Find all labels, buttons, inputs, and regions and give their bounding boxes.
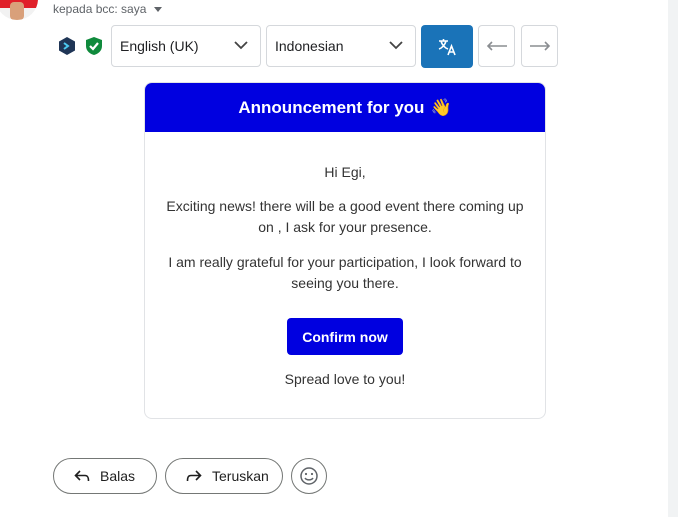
reply-button[interactable]: Balas (53, 458, 157, 494)
greeting: Hi Egi, (324, 164, 366, 180)
arrow-right-icon (529, 41, 550, 51)
avatar[interactable] (0, 0, 38, 20)
translate-icon (438, 38, 456, 55)
caret-down-icon[interactable] (154, 7, 163, 12)
banner-title: Announcement for you (238, 97, 425, 117)
arrow-left-icon (486, 41, 507, 51)
forward-label: Teruskan (212, 468, 269, 484)
recipient-text: kepada bcc: saya (53, 2, 147, 16)
chevron-down-icon (234, 41, 248, 50)
reply-label: Balas (100, 468, 136, 484)
source-language-value: English (UK) (120, 38, 199, 54)
recipient-line[interactable]: kepada bcc: saya (53, 2, 163, 16)
target-language-value: Indonesian (275, 38, 344, 54)
next-button[interactable] (521, 25, 558, 67)
reply-icon (74, 470, 90, 482)
translate-button[interactable] (421, 25, 473, 68)
closing-text: Spread love to you! (284, 371, 406, 387)
announcement-banner: Announcement for you 👋 (145, 83, 545, 132)
forward-icon (186, 470, 202, 482)
extension-hex-icon[interactable] (57, 36, 77, 56)
source-language-select[interactable]: English (UK) (111, 25, 261, 67)
emoji-reaction-button[interactable] (291, 458, 327, 494)
target-language-select[interactable]: Indonesian (266, 25, 416, 67)
confirm-now-button[interactable]: Confirm now (287, 318, 403, 355)
scrollbar-track[interactable] (668, 0, 678, 517)
paragraph-2: I am really grateful for your participat… (168, 254, 522, 291)
forward-button[interactable]: Teruskan (165, 458, 283, 494)
wave-emoji: 👋 (430, 97, 452, 117)
previous-button[interactable] (478, 25, 515, 67)
smiley-icon (300, 467, 318, 485)
shield-check-icon[interactable] (84, 36, 104, 56)
chevron-down-icon (389, 41, 403, 50)
email-card: Announcement for you 👋 Hi Egi, Exciting … (144, 82, 546, 419)
paragraph-1: Exciting news! there will be a good even… (166, 198, 524, 235)
